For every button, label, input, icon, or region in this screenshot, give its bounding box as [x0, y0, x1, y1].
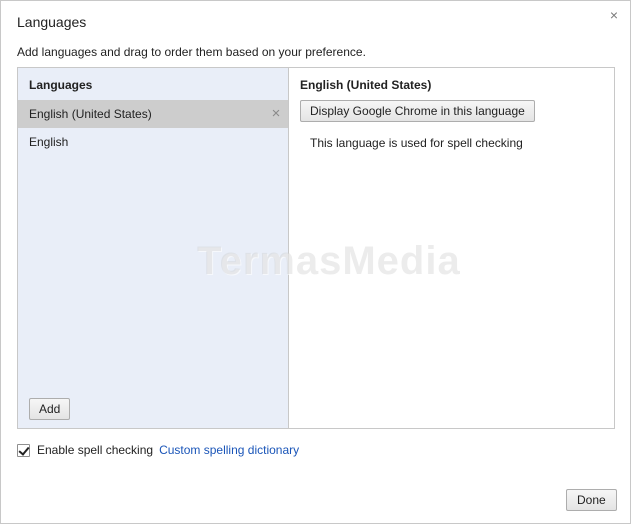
language-item-english-us[interactable]: English (United States) ×: [18, 100, 288, 128]
language-list-header: Languages: [29, 78, 93, 92]
dialog-subtitle: Add languages and drag to order them bas…: [17, 45, 366, 59]
done-button[interactable]: Done: [566, 489, 617, 511]
selected-language-header: English (United States): [300, 78, 432, 92]
custom-dictionary-link[interactable]: Custom spelling dictionary: [159, 443, 299, 457]
add-language-button[interactable]: Add: [29, 398, 71, 420]
remove-icon[interactable]: ×: [269, 100, 283, 128]
language-details-pane: English (United States) Display Google C…: [290, 68, 614, 428]
spell-check-label[interactable]: Enable spell checking: [37, 443, 153, 457]
enable-spell-check-checkbox[interactable]: [17, 443, 30, 457]
display-in-language-button[interactable]: Display Google Chrome in this language: [300, 100, 535, 122]
languages-panel: Languages English (United States) × Engl…: [17, 67, 615, 429]
language-list-pane: Languages English (United States) × Engl…: [18, 68, 289, 428]
languages-dialog: Languages × Add languages and drag to or…: [0, 0, 631, 524]
spell-check-row: Enable spell checking Custom spelling di…: [17, 442, 299, 458]
dialog-title: Languages: [17, 14, 87, 30]
language-item-label: English: [29, 135, 69, 149]
language-list: English (United States) × English: [18, 100, 288, 156]
close-icon[interactable]: ×: [607, 8, 621, 22]
spell-check-note: This language is used for spell checking: [310, 136, 523, 150]
language-item-english[interactable]: English: [18, 128, 288, 156]
language-item-label: English (United States): [29, 107, 152, 121]
